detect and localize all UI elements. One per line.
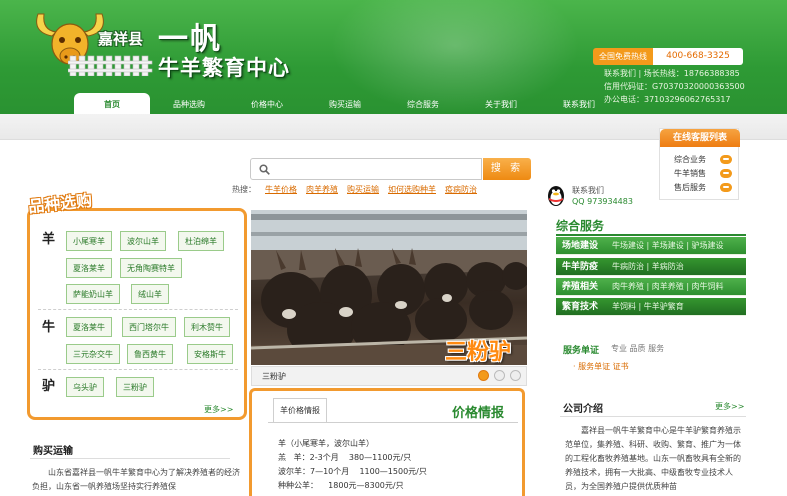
contact-line: 信用代码证：G70370320000363500 — [604, 82, 745, 91]
variety-tag[interactable]: 三元杂交牛 — [66, 344, 120, 364]
slide-dot-2[interactable] — [494, 370, 505, 381]
category-sheep-label: 羊 — [42, 232, 56, 247]
about-more-link[interactable]: 更多>> — [715, 401, 744, 412]
slide-dot-1[interactable] — [478, 370, 489, 381]
price-heading: 价格情报 — [452, 406, 505, 421]
service-row-site-construction[interactable]: 场地建设 牛场建设 | 羊场建设 | 驴场建设 — [556, 237, 746, 255]
variety-tag[interactable]: 萨能奶山羊 — [66, 284, 120, 304]
hotline-badge: 全国免费热线 400-668-3325 — [593, 48, 743, 65]
chat-bubble-icon — [720, 183, 732, 192]
price-line: 种种公羊： 1800元—8300元/只 — [278, 481, 404, 490]
qq-number[interactable]: QQ 973934483 — [572, 197, 633, 206]
search-input[interactable] — [250, 158, 482, 180]
variety-tag[interactable]: 小尾寒羊 — [66, 231, 112, 251]
fence-icon — [68, 55, 153, 76]
tab-sheep-price[interactable]: 羊价格情报 — [273, 398, 327, 422]
service-after-sales[interactable]: 售后服务 — [674, 182, 734, 194]
hotline-number: 400-668-3325 — [653, 48, 743, 65]
service-certificates-label[interactable]: 服务单证 — [563, 343, 599, 356]
services-title: 综合服务 — [556, 219, 605, 233]
variety-tag[interactable]: 杜泊绵羊 — [178, 231, 224, 251]
varieties-panel: 羊 小尾寒羊 波尔山羊 杜泊绵羊 夏洛莱羊 无角陶赛特羊 萨能奶山羊 绒山羊 牛… — [27, 208, 247, 420]
variety-tag[interactable]: 三粉驴 — [116, 377, 154, 397]
nav-price-center[interactable]: 价格中心 — [228, 93, 306, 114]
service-certificates-sub: 专业 品质 服务 — [611, 344, 665, 353]
contact-line[interactable]: 联系我们 | 场长热线：18766388385 — [604, 67, 745, 80]
slide-dot-3[interactable] — [510, 370, 521, 381]
nav-contact[interactable]: 联系我们 — [540, 93, 618, 114]
hot-search-label: 热搜： — [232, 185, 256, 194]
divider — [38, 309, 238, 310]
nav-purchase-transport[interactable]: 购买运输 — [306, 93, 384, 114]
hot-word-link[interactable]: 疫病防治 — [445, 184, 477, 195]
chat-bubble-icon — [720, 169, 732, 178]
variety-tag[interactable]: 安格斯牛 — [187, 344, 233, 364]
variety-tag[interactable]: 夏洛莱羊 — [66, 258, 112, 278]
divider — [556, 234, 746, 236]
nav-home[interactable]: 首页 — [74, 93, 150, 114]
service-certificates-links[interactable]: · 服务单证 证书 — [573, 361, 629, 372]
variety-tag[interactable]: 波尔山羊 — [120, 231, 166, 251]
about-title[interactable]: 公司介绍 — [563, 400, 603, 415]
variety-tag[interactable]: 无角陶赛特羊 — [120, 258, 182, 278]
logo-county-text: 嘉祥县 — [98, 30, 144, 48]
qq-contact-label[interactable]: 联系我们 — [572, 185, 604, 196]
price-line: 波尔羊：7—10个月 1100—1500元/只 — [278, 467, 427, 476]
purchase-text: 山东省嘉祥县一帆牛羊繁育中心为了解决养殖者的经济负担，山东省一帆养殖场坚持实行养… — [32, 468, 240, 491]
search-button[interactable]: 搜 索 — [483, 158, 531, 180]
hot-word-link[interactable]: 牛羊价格 — [265, 184, 297, 195]
variety-tag[interactable]: 西门塔尔牛 — [122, 317, 176, 337]
online-service-panel: 在线客服列表 综合业务 牛羊销售 售后服务 — [659, 128, 740, 200]
hot-word-link[interactable]: 如何选购种羊 — [388, 184, 436, 195]
variety-tag[interactable]: 利木赞牛 — [184, 317, 230, 337]
service-row-breeding-related[interactable]: 养殖相关 肉牛养殖 | 肉羊养殖 | 肉牛饲料 — [556, 278, 746, 296]
search-icon — [259, 164, 270, 175]
about-text: 嘉祥县一帆牛羊繁育中心是牛羊驴繁育养殖示范单位，集养殖、科研、收购、繁育、推广为… — [565, 426, 741, 491]
category-cattle-label: 牛 — [42, 320, 56, 335]
main-nav: 首页 品种选购 价格中心 购买运输 综合服务 关于我们 联系我们 — [74, 93, 618, 114]
nav-about[interactable]: 关于我们 — [462, 93, 540, 114]
slideshow-caption[interactable]: 三粉驴 — [262, 371, 286, 382]
price-line: 羔 羊：2-3个月 380—1100元/只 — [278, 453, 412, 462]
service-row-breeding-tech[interactable]: 繁育技术 羊饲料 | 牛羊驴繁育 — [556, 298, 746, 316]
nav-varieties[interactable]: 品种选购 — [150, 93, 228, 114]
hotline-label: 全国免费热线 — [593, 48, 653, 65]
variety-tag[interactable]: 鲁西黄牛 — [127, 344, 173, 364]
chat-bubble-icon — [720, 155, 732, 164]
divider — [268, 422, 518, 423]
logo-subtitle: 牛羊繁育中心 — [158, 55, 290, 80]
service-sales[interactable]: 牛羊销售 — [674, 168, 734, 180]
divider — [560, 416, 746, 417]
divider — [30, 458, 230, 459]
category-donkey-label: 驴 — [42, 379, 56, 394]
variety-tag[interactable]: 乌头驴 — [66, 377, 104, 397]
hot-word-link[interactable]: 购买运输 — [347, 184, 379, 195]
hot-search-words: 热搜： 牛羊价格 肉羊养殖 购买运输 如何选购种羊 疫病防治 — [232, 184, 477, 195]
service-general[interactable]: 综合业务 — [674, 154, 734, 166]
hot-word-link[interactable]: 肉羊养殖 — [306, 184, 338, 195]
divider — [38, 369, 238, 370]
slideshow-watermark: 三粉驴 — [445, 339, 512, 365]
service-panel-title: 在线客服列表 — [660, 129, 740, 147]
more-varieties-link[interactable]: 更多>> — [204, 404, 233, 415]
qq-penguin-icon[interactable] — [545, 183, 567, 207]
purchase-section-title[interactable]: 购买运输 — [33, 442, 73, 457]
variety-tag[interactable]: 绒山羊 — [131, 284, 169, 304]
service-row-epidemic-prevention[interactable]: 牛羊防疫 牛病防治 | 羊病防治 — [556, 258, 746, 276]
price-line: 羊（小尾寒羊，波尔山羊） — [278, 439, 374, 448]
contact-line: 办公电话：37103296062765317 — [604, 95, 731, 104]
variety-tag[interactable]: 夏洛莱牛 — [66, 317, 112, 337]
nav-services[interactable]: 综合服务 — [384, 93, 462, 114]
header-contact-info: 联系我们 | 场长热线：18766388385 信用代码证：G703703200… — [604, 67, 745, 106]
